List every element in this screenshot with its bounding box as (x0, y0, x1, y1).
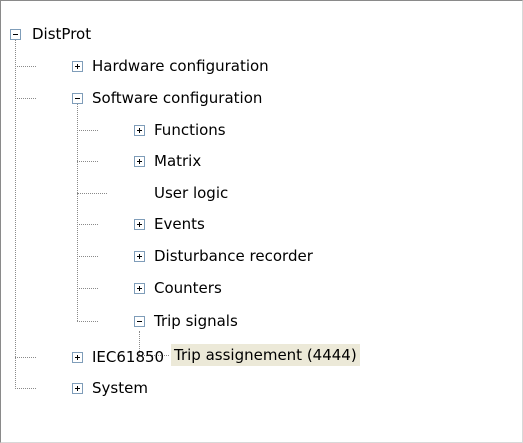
tree-connector-counters (77, 288, 98, 289)
tree-panel: DistProt Hardware configuration Software… (0, 0, 523, 443)
tree-connector-events (77, 224, 98, 225)
tree-item-software-configuration[interactable]: Software configuration (89, 87, 265, 109)
tree-item-hardware-configuration[interactable]: Hardware configuration (89, 55, 272, 77)
tree-connector-disturbance (77, 256, 98, 257)
collapse-toggle-software-configuration[interactable] (72, 93, 83, 104)
tree-item-counters[interactable]: Counters (151, 277, 225, 299)
tree-item-iec61850[interactable]: IEC61850 (89, 346, 167, 368)
tree-item-matrix[interactable]: Matrix (151, 150, 204, 172)
tree-item-system[interactable]: System (89, 377, 151, 399)
expand-toggle-counters[interactable] (134, 283, 145, 294)
collapse-toggle-trip-signals[interactable] (134, 316, 145, 327)
tree-item-user-logic[interactable]: User logic (151, 182, 231, 204)
tree-item-trip-signals[interactable]: Trip signals (151, 310, 241, 332)
expand-toggle-iec61850[interactable] (72, 352, 83, 363)
expand-toggle-events[interactable] (134, 219, 145, 230)
tree-connector-trip-signals-item (77, 321, 98, 322)
tree-connector-iec (15, 357, 36, 358)
tree-view: DistProt Hardware configuration Software… (1, 1, 522, 442)
tree-item-distprot[interactable]: DistProt (29, 23, 94, 45)
collapse-toggle-distprot[interactable] (10, 29, 21, 40)
expand-toggle-matrix[interactable] (134, 156, 145, 167)
tree-connector-functions (77, 130, 98, 131)
expand-toggle-system[interactable] (72, 383, 83, 394)
tree-connector-software-item (15, 98, 36, 99)
tree-item-events[interactable]: Events (151, 213, 208, 235)
tree-item-disturbance-recorder[interactable]: Disturbance recorder (151, 245, 316, 267)
tree-connector-system (15, 388, 36, 389)
tree-connector-root (15, 39, 16, 389)
tree-connector-matrix (77, 161, 98, 162)
tree-item-trip-assignement[interactable]: Trip assignement (4444) (171, 344, 360, 366)
tree-connector-user-logic (77, 193, 107, 194)
expand-toggle-disturbance-recorder[interactable] (134, 251, 145, 262)
tree-connector-hardware (15, 66, 36, 67)
expand-toggle-hardware-configuration[interactable] (72, 61, 83, 72)
tree-item-functions[interactable]: Functions (151, 119, 229, 141)
expand-toggle-functions[interactable] (134, 125, 145, 136)
